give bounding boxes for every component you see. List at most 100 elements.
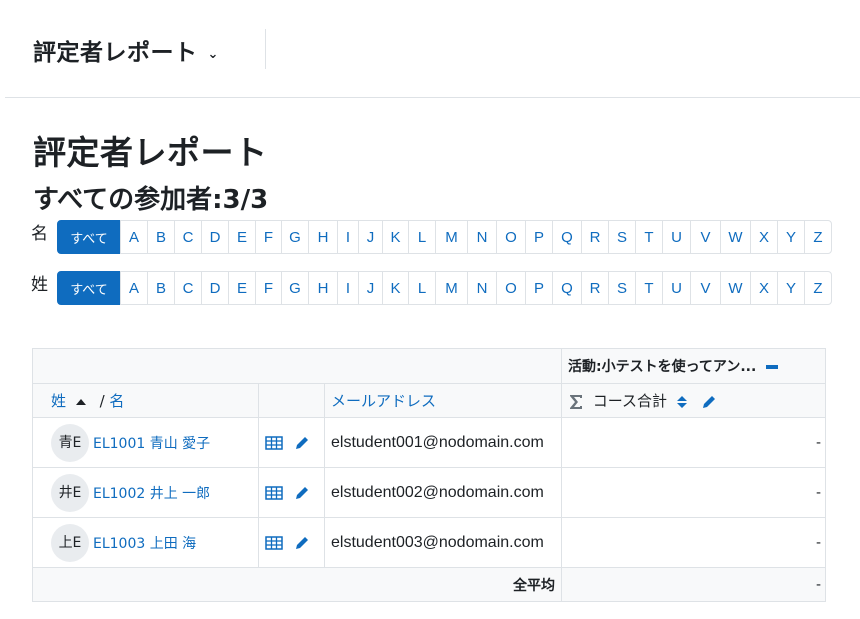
initial-letter-t[interactable]: T (635, 220, 663, 254)
grader-table: 活動:小テストを使ってアン... 姓 / 名 メールアドレス コース合計 青E E… (32, 348, 826, 602)
initial-letter-f[interactable]: F (255, 220, 282, 254)
initial-letter-m[interactable]: M (435, 220, 468, 254)
sort-email-link[interactable]: メールアドレス (331, 392, 436, 410)
topbar: 評定者レポート ⌄ (0, 0, 860, 98)
user-cell: 青E EL1001 青山 愛子 (32, 417, 259, 468)
sort-firstname-link[interactable]: 名 (109, 392, 124, 410)
grade-cell[interactable]: - (561, 517, 826, 568)
initial-letter-b[interactable]: B (147, 271, 175, 305)
table-row: 井E EL1002 井上 一郎 elstudent002@nodomain.com… (32, 467, 826, 518)
actions-header-cell (258, 383, 325, 418)
initial-letter-v[interactable]: V (690, 220, 721, 254)
category-name: 活動:小テストを使ってアン... (568, 359, 757, 375)
initial-letter-b[interactable]: B (147, 220, 175, 254)
initial-letter-x[interactable]: X (750, 271, 778, 305)
initial-letter-a[interactable]: A (120, 220, 148, 254)
grid-icon[interactable] (265, 435, 283, 451)
initial-letter-i[interactable]: I (337, 271, 359, 305)
initial-letter-s[interactable]: S (608, 220, 636, 254)
initial-letter-x[interactable]: X (750, 220, 778, 254)
initial-letter-s[interactable]: S (608, 271, 636, 305)
initial-letter-c[interactable]: C (174, 271, 202, 305)
user-cell: 上E EL1003 上田 海 (32, 517, 259, 568)
sort-lastname-link[interactable]: 姓 (51, 392, 66, 410)
initial-letter-e[interactable]: E (228, 220, 256, 254)
initial-letter-g[interactable]: G (281, 271, 309, 305)
initial-letter-k[interactable]: K (382, 220, 409, 254)
grade-cell[interactable]: - (561, 417, 826, 468)
initial-letter-o[interactable]: O (496, 220, 526, 254)
user-actions-cell (258, 467, 325, 518)
initial-letter-a[interactable]: A (120, 271, 148, 305)
pencil-icon[interactable] (294, 435, 310, 451)
initial-letter-y[interactable]: Y (777, 220, 805, 254)
sort-both-icon[interactable] (676, 394, 688, 410)
email-header-cell: メールアドレス (324, 383, 562, 418)
user-name-link[interactable]: EL1003 上田 海 (93, 536, 196, 552)
initials-bar-label: 名 (31, 223, 48, 244)
initial-letter-d[interactable]: D (201, 271, 229, 305)
initial-letter-n[interactable]: N (467, 220, 497, 254)
initial-letter-v[interactable]: V (690, 271, 721, 305)
initial-letter-k[interactable]: K (382, 271, 409, 305)
initial-letter-y[interactable]: Y (777, 271, 805, 305)
name-separator: / (99, 392, 105, 410)
initial-letter-r[interactable]: R (581, 220, 609, 254)
initial-letter-h[interactable]: H (308, 271, 338, 305)
initial-letter-w[interactable]: W (720, 220, 751, 254)
initials-group: すべて ABCDEFGHIJKLMNOPQRSTUVWXYZ (57, 220, 832, 254)
grade-cell[interactable]: - (561, 467, 826, 518)
category-header-row: 活動:小テストを使ってアン... (32, 348, 826, 384)
divider (5, 97, 860, 98)
initial-letter-w[interactable]: W (720, 271, 751, 305)
initial-letter-l[interactable]: L (408, 220, 436, 254)
initial-letter-j[interactable]: J (358, 220, 383, 254)
initial-letter-z[interactable]: Z (804, 220, 832, 254)
initial-letter-d[interactable]: D (201, 220, 229, 254)
initial-letter-i[interactable]: I (337, 220, 359, 254)
initial-letter-u[interactable]: U (662, 271, 691, 305)
initial-letter-p[interactable]: P (525, 220, 553, 254)
initial-letter-c[interactable]: C (174, 220, 202, 254)
report-selector[interactable]: 評定者レポート ⌄ (33, 33, 219, 67)
sort-total-link[interactable]: コース合計 (593, 392, 667, 410)
initial-letter-p[interactable]: P (525, 271, 553, 305)
user-actions-cell (258, 517, 325, 568)
initial-letter-q[interactable]: Q (552, 220, 582, 254)
pencil-icon[interactable] (701, 394, 717, 410)
overall-average-value: - (561, 567, 826, 602)
pencil-icon[interactable] (294, 485, 310, 501)
initial-letter-t[interactable]: T (635, 271, 663, 305)
grid-icon[interactable] (265, 535, 283, 551)
initial-letter-u[interactable]: U (662, 220, 691, 254)
initial-all-button[interactable]: すべて (57, 220, 121, 254)
grid-icon[interactable] (265, 485, 283, 501)
initial-letter-q[interactable]: Q (552, 271, 582, 305)
email-cell: elstudent003@nodomain.com (324, 517, 562, 568)
divider (265, 29, 266, 69)
initial-letter-l[interactable]: L (408, 271, 436, 305)
initial-letter-j[interactable]: J (358, 271, 383, 305)
user-actions-cell (258, 417, 325, 468)
initial-letter-e[interactable]: E (228, 271, 256, 305)
avatar[interactable]: 青E (51, 423, 89, 462)
initial-letter-h[interactable]: H (308, 220, 338, 254)
initial-letter-o[interactable]: O (496, 271, 526, 305)
avatar[interactable]: 上E (51, 523, 89, 562)
initial-letter-r[interactable]: R (581, 271, 609, 305)
initial-letter-f[interactable]: F (255, 271, 282, 305)
initial-letter-z[interactable]: Z (804, 271, 832, 305)
initial-letter-g[interactable]: G (281, 220, 309, 254)
initial-letter-m[interactable]: M (435, 271, 468, 305)
initial-all-button[interactable]: すべて (57, 271, 121, 305)
chevron-down-icon: ⌄ (207, 47, 219, 62)
pencil-icon[interactable] (294, 535, 310, 551)
avatar[interactable]: 井E (51, 473, 89, 512)
initial-letter-n[interactable]: N (467, 271, 497, 305)
table-row: 青E EL1001 青山 愛子 elstudent001@nodomain.com… (32, 417, 826, 468)
user-name-link[interactable]: EL1001 青山 愛子 (93, 436, 210, 452)
collapse-icon[interactable] (765, 360, 779, 374)
initials-bar-label: 姓 (31, 274, 48, 295)
total-header-cell: コース合計 (561, 383, 826, 418)
user-name-link[interactable]: EL1002 井上 一郎 (93, 486, 210, 502)
